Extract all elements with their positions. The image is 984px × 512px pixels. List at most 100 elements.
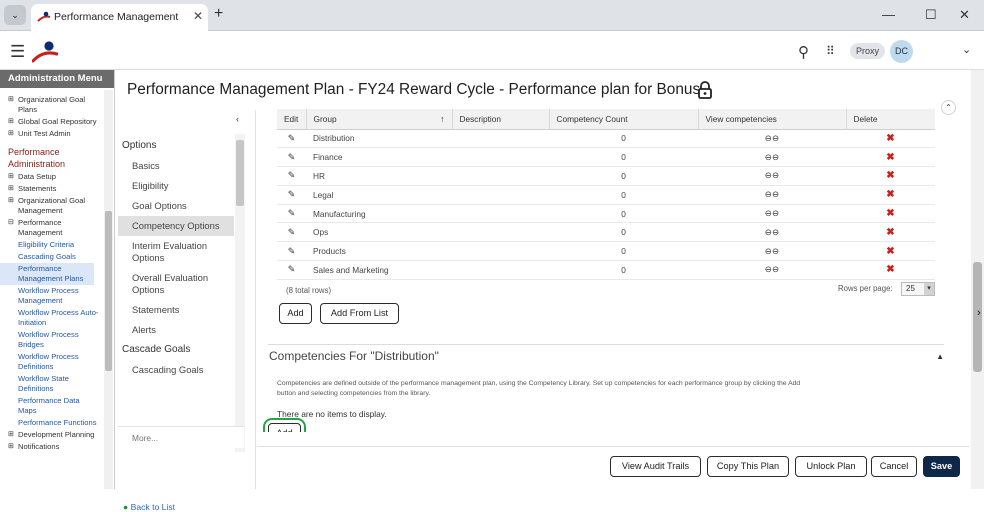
options-scrollbar-thumb[interactable]: [236, 140, 244, 206]
delete-icon[interactable]: ✖: [846, 166, 935, 186]
nav-item-organizational-goal-management[interactable]: Organizational Goal Management: [0, 195, 104, 217]
option-interim-evaluation-options[interactable]: Interim Evaluation Options: [118, 236, 234, 268]
nav-item-notifications[interactable]: Notifications: [0, 441, 104, 453]
tab-search-button[interactable]: ⌄: [4, 5, 26, 25]
competencies-section-header: Competencies For "Distribution" ▲: [268, 344, 944, 366]
column-header-competency-count[interactable]: Competency Count: [549, 109, 699, 130]
browser-tab[interactable]: Performance Management Plan ✕: [31, 4, 208, 31]
minimize-button[interactable]: —: [882, 7, 895, 22]
edit-icon[interactable]: ✎: [277, 147, 306, 168]
edit-icon[interactable]: ✎: [277, 204, 306, 224]
description-cell: [452, 241, 549, 262]
maximize-button[interactable]: ☐: [925, 7, 937, 23]
unlock-plan-button[interactable]: Unlock Plan: [795, 456, 867, 477]
view-audit-trails-button[interactable]: View Audit Trails: [610, 456, 701, 477]
tab-title: Performance Management Plan: [54, 11, 182, 23]
cancel-button[interactable]: Cancel: [871, 456, 917, 477]
option-alerts[interactable]: Alerts: [118, 320, 234, 340]
edit-icon[interactable]: ✎: [277, 185, 306, 205]
sort-ascending-icon[interactable]: ↑: [440, 114, 445, 124]
rows-per-page-label: Rows per page:: [838, 284, 893, 293]
view-competencies-icon[interactable]: ⊖⊖: [698, 166, 846, 186]
nav-scrollbar[interactable]: [104, 90, 113, 489]
nav-item-workflow-process-bridges[interactable]: Workflow Process Bridges: [0, 329, 104, 351]
nav-item-data-setup[interactable]: Data Setup: [0, 171, 104, 183]
column-header-description[interactable]: Description: [452, 109, 550, 130]
delete-icon[interactable]: ✖: [846, 260, 935, 280]
close-window-button[interactable]: ✕: [959, 7, 970, 23]
description-cell: [452, 185, 549, 205]
nav-item-organizational-goal-plans[interactable]: Organizational Goal Plans: [0, 94, 104, 116]
edit-icon[interactable]: ✎: [277, 241, 306, 262]
edit-icon[interactable]: ✎: [277, 222, 306, 243]
option-statements[interactable]: Statements: [118, 300, 234, 320]
save-button[interactable]: Save: [923, 456, 960, 477]
option-cascading-goals[interactable]: Cascading Goals: [118, 360, 234, 380]
nav-item-performance-management[interactable]: Performance Management: [0, 217, 104, 239]
edit-icon[interactable]: ✎: [277, 129, 306, 149]
add-from-list-button[interactable]: Add From List: [320, 303, 399, 324]
scroll-to-top-icon[interactable]: ⌃: [941, 100, 956, 115]
view-competencies-icon[interactable]: ⊖⊖: [698, 129, 846, 149]
competency-count-cell: 0: [549, 222, 698, 243]
view-competencies-icon[interactable]: ⊖⊖: [698, 185, 846, 205]
delete-icon[interactable]: ✖: [846, 204, 935, 224]
competency-count-cell: 0: [549, 185, 698, 205]
column-header-delete: Delete: [846, 109, 935, 130]
view-competencies-icon[interactable]: ⊖⊖: [698, 147, 846, 168]
view-competencies-icon[interactable]: ⊖⊖: [698, 204, 846, 224]
nav-item-performance-management-plans[interactable]: Performance Management Plans: [0, 263, 94, 285]
delete-icon[interactable]: ✖: [846, 147, 935, 168]
option-basics[interactable]: Basics: [118, 156, 234, 176]
nav-item-performance-functions[interactable]: Performance Functions: [0, 417, 104, 429]
column-header-group[interactable]: Group ↑: [306, 109, 453, 130]
main-scrollbar[interactable]: [971, 70, 984, 489]
user-avatar[interactable]: DC: [890, 40, 913, 63]
collapse-section-icon[interactable]: ▲: [936, 346, 944, 368]
view-competencies-icon[interactable]: ⊖⊖: [698, 260, 846, 280]
tab-close-icon[interactable]: ✕: [193, 9, 203, 23]
add-competency-button[interactable]: Add: [268, 423, 301, 432]
nav-item-workflow-process-auto-initiation[interactable]: Workflow Process Auto-Initiation: [0, 307, 104, 329]
hamburger-menu-icon[interactable]: ☰: [10, 43, 25, 60]
account-menu-chevron-icon[interactable]: ⌄: [962, 43, 971, 56]
nav-item-global-goal-repository[interactable]: Global Goal Repository: [0, 116, 104, 128]
nav-item-development-planning[interactable]: Development Planning: [0, 429, 104, 441]
delete-icon[interactable]: ✖: [846, 222, 935, 243]
nav-item-workflow-process-management[interactable]: Workflow Process Management: [0, 285, 104, 307]
collapse-panel-icon[interactable]: ‹: [236, 114, 239, 124]
nav-item-eligibility-criteria[interactable]: Eligibility Criteria: [0, 239, 104, 251]
delete-icon[interactable]: ✖: [846, 185, 935, 205]
nav-item-performance-data-maps[interactable]: Performance Data Maps: [0, 395, 104, 417]
nav-item-unit-test-admin[interactable]: Unit Test Admin: [0, 128, 104, 140]
delete-icon[interactable]: ✖: [846, 241, 935, 262]
view-competencies-icon[interactable]: ⊖⊖: [698, 241, 846, 262]
back-to-list-link[interactable]: ● Back to List: [123, 502, 175, 512]
company-logo[interactable]: [32, 40, 58, 64]
view-competencies-icon[interactable]: ⊖⊖: [698, 222, 846, 243]
copy-plan-button[interactable]: Copy This Plan: [707, 456, 789, 477]
edit-icon[interactable]: ✎: [277, 166, 306, 186]
nav-scrollbar-thumb[interactable]: [105, 211, 112, 371]
option-goal-options[interactable]: Goal Options: [118, 196, 234, 216]
option-overall-evaluation-options[interactable]: Overall Evaluation Options: [118, 268, 234, 300]
apps-grid-icon[interactable]: ⠿: [826, 44, 835, 58]
lock-icon[interactable]: [697, 81, 713, 99]
rows-per-page-value: 25: [906, 284, 915, 293]
add-group-button[interactable]: Add: [279, 303, 312, 324]
option-cascade-goals: Cascade Goals: [122, 344, 191, 355]
options-scrollbar[interactable]: [235, 134, 245, 452]
option-eligibility[interactable]: Eligibility: [118, 176, 234, 196]
nav-item-workflow-process-definitions[interactable]: Workflow Process Definitions: [0, 351, 104, 373]
option-competency-options[interactable]: Competency Options: [118, 216, 234, 236]
new-tab-button[interactable]: +: [214, 5, 223, 23]
rows-per-page-select[interactable]: 25 ▾: [901, 282, 935, 296]
more-options-link[interactable]: More...: [118, 426, 244, 448]
edit-icon[interactable]: ✎: [277, 260, 306, 280]
proxy-button[interactable]: Proxy: [850, 43, 886, 59]
nav-item-cascading-goals[interactable]: Cascading Goals: [0, 251, 104, 263]
nav-item-workflow-state-definitions[interactable]: Workflow State Definitions: [0, 373, 104, 395]
search-icon[interactable]: ⚲: [798, 43, 809, 61]
nav-item-statements[interactable]: Statements: [0, 183, 104, 195]
delete-icon[interactable]: ✖: [846, 129, 935, 149]
